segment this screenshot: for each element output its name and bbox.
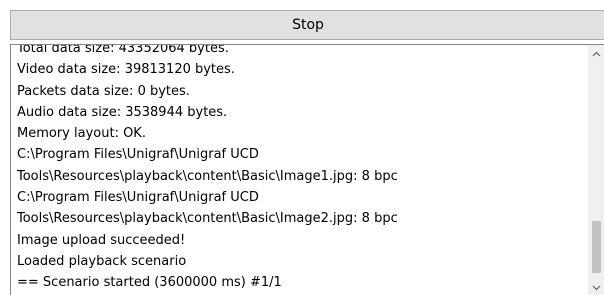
stop-button-label: Stop	[292, 17, 324, 33]
log-line: Memory layout: OK.	[17, 126, 146, 142]
vertical-scrollbar[interactable]	[588, 45, 604, 295]
log-output[interactable]: Total data size: 43352064 bytes. Video d…	[10, 44, 604, 295]
log-line: Packets data size: 0 bytes.	[17, 83, 190, 99]
log-line: Image upload succeeded!	[17, 232, 186, 248]
scrollbar-thumb[interactable]	[592, 221, 601, 273]
log-lines: Total data size: 43352064 bytes. Video d…	[17, 44, 585, 294]
log-line: Audio data size: 3538944 bytes.	[17, 104, 228, 120]
log-line: Total data size: 43352064 bytes.	[17, 44, 229, 56]
log-line: C:\Program Files\Unigraf\Unigraf UCD	[17, 147, 259, 163]
log-line: == Scenario started (3600000 ms) #1/1	[17, 275, 282, 291]
chevron-down-icon[interactable]	[588, 279, 604, 295]
log-line: Tools\Resources\playback\content\Basic\I…	[17, 211, 398, 227]
log-line: C:\Program Files\Unigraf\Unigraf UCD	[17, 190, 259, 206]
log-line: Tools\Resources\playback\content\Basic\I…	[17, 168, 398, 184]
chevron-up-icon[interactable]	[588, 45, 604, 62]
log-line: Loaded playback scenario	[17, 253, 187, 269]
stop-button[interactable]: Stop	[10, 10, 604, 40]
log-line: Video data size: 39813120 bytes.	[17, 62, 235, 78]
